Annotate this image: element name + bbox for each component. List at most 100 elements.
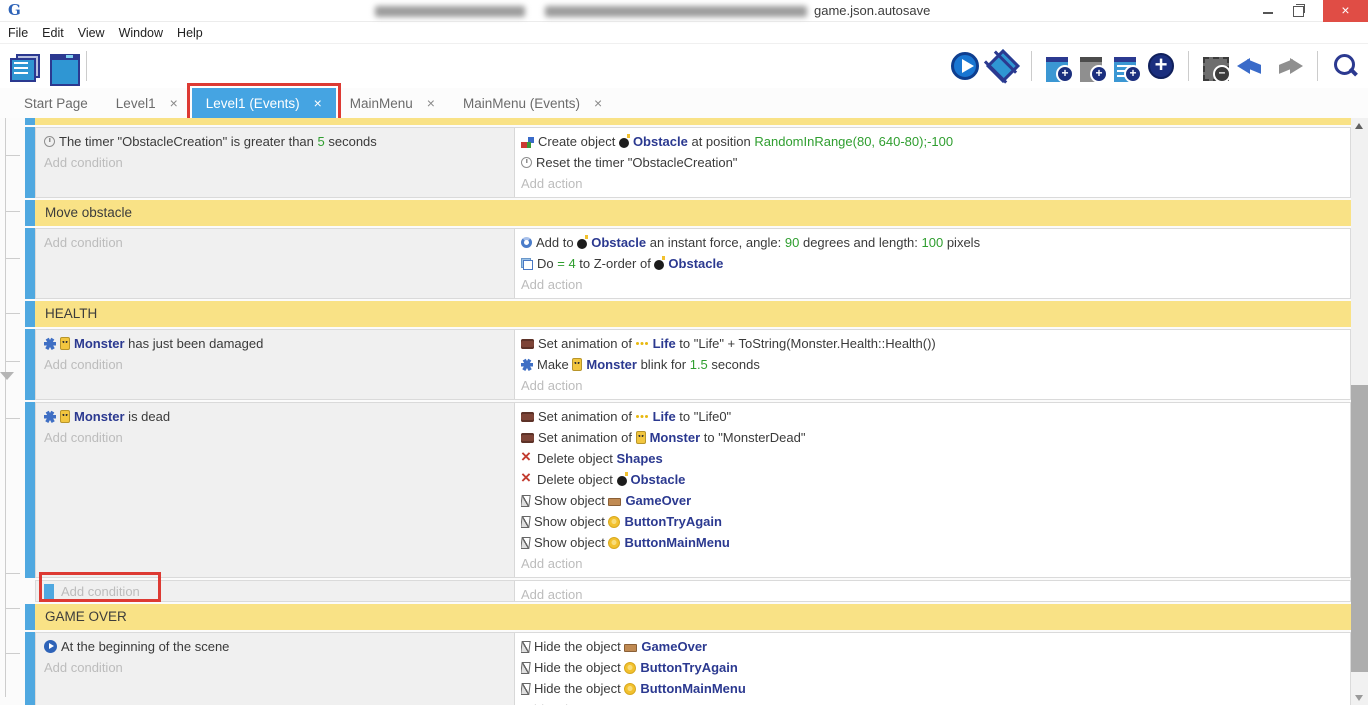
action-line[interactable]: Do = 4 to Z-order of Obstacle [521,253,1344,274]
event-selection-bar[interactable] [25,329,35,400]
condition-line[interactable]: At the beginning of the scene [44,636,506,657]
actions-cell: Set animation of Life to "Life" + ToStri… [515,330,1350,399]
action-line[interactable]: Delete object Shapes [521,448,1344,469]
text: to Z-order of [576,256,655,271]
text: Delete object [537,472,617,487]
event-selection-bar[interactable] [25,402,35,578]
event-selection-bar[interactable] [44,584,54,599]
add-condition-button[interactable]: Add condition [44,232,506,253]
comment-partial[interactable] [35,118,1351,125]
search-button[interactable] [1332,53,1358,79]
event-selection-bar[interactable] [25,118,35,125]
add-circle-button[interactable] [1148,53,1174,79]
tab-level1-events[interactable]: Level1 (Events)× [192,88,336,118]
tab-mainmenu[interactable]: MainMenu× [336,88,449,118]
text: Hide the object [534,639,624,654]
event-selection-bar[interactable] [25,127,35,198]
play-button[interactable] [951,52,979,80]
add-action-button[interactable]: Add action [521,173,1344,194]
vertical-scrollbar[interactable] [1351,118,1368,705]
condition-line[interactable]: The timer "ObstacleCreation" is greater … [44,131,506,152]
add-condition-button[interactable]: Add condition [44,152,506,173]
object-name: ButtonMainMenu [640,681,745,696]
action-line[interactable]: Hide the object GameOver [521,636,1344,657]
scene-editor-button[interactable] [50,54,76,78]
action-line[interactable]: Reset the timer "ObstacleCreation" [521,152,1344,173]
scroll-down-arrow-icon[interactable] [1351,690,1368,705]
remove-event-button[interactable] [1203,57,1227,79]
conditions-cell[interactable]: Add condition [36,581,515,601]
add-condition-button[interactable]: Add condition [44,657,506,678]
event: Add condition Add to Obstacle an instant … [35,228,1351,299]
add-action-button[interactable]: Add action [521,699,1344,705]
action-line[interactable]: Set animation of Life to "Life0" [521,406,1344,427]
action-line[interactable]: Set animation of Life to "Life" + ToStri… [521,333,1344,354]
menu-window[interactable]: Window [119,26,174,40]
event: Monster is deadAdd condition Set animatio… [35,402,1351,578]
scroll-up-arrow-icon[interactable] [1351,118,1368,133]
event-selection-bar[interactable] [25,632,35,705]
action-line[interactable]: Show object ButtonMainMenu [521,532,1344,553]
menu-help[interactable]: Help [177,26,214,40]
event-selection-bar[interactable] [25,200,35,226]
menu-bar: FileEditViewWindowHelp [0,22,1368,44]
menu-view[interactable]: View [78,26,116,40]
menu-file[interactable]: File [8,26,39,40]
menu-edit[interactable]: Edit [42,26,75,40]
object-name: ButtonTryAgain [624,514,722,529]
action-line[interactable]: Hide the object ButtonTryAgain [521,657,1344,678]
undo-button[interactable] [1237,52,1265,80]
event-row: Monster has just been damagedAdd conditi… [25,329,1351,400]
action-line[interactable]: Set animation of Monster to "MonsterDead… [521,427,1344,448]
actions-cell[interactable]: Add action [515,581,1350,601]
maximize-button[interactable] [1284,0,1312,22]
add-condition-button[interactable]: Add condition [44,427,506,448]
visibility-icon [521,537,531,549]
add-action-button[interactable]: Add action [521,274,1344,295]
tab-close-icon[interactable]: × [427,95,435,111]
object-name: Obstacle [591,235,646,250]
close-button[interactable]: × [1323,0,1368,22]
tab-mainmenu-events[interactable]: MainMenu (Events)× [449,88,616,118]
object-name: GameOver [625,493,691,508]
action-line[interactable]: Make Monster blink for 1.5 seconds [521,354,1344,375]
tab-close-icon[interactable]: × [170,95,178,111]
action-line[interactable]: Create object Obstacle at position Rando… [521,131,1344,152]
action-line[interactable]: Show object GameOver [521,490,1344,511]
debug-button[interactable] [986,49,1020,83]
comment-text[interactable]: Move obstacle [35,200,1351,226]
action-line[interactable]: Delete object Obstacle [521,469,1344,490]
add-action-button[interactable]: Add action [521,375,1344,396]
event-selection-bar[interactable] [25,604,35,630]
object-name: Monster [586,357,637,372]
comment-text[interactable]: GAME OVER [35,604,1351,630]
tab-start-page[interactable]: Start Page [10,88,102,118]
object-name: Shapes [617,451,663,466]
condition-line[interactable]: Monster is dead [44,406,506,427]
tab-level1[interactable]: Level1× [102,88,192,118]
event-tree-guide [5,118,6,697]
tab-close-icon[interactable]: × [314,95,322,111]
add-action-button[interactable]: Add action [521,584,1344,605]
action-line[interactable]: Show object ButtonTryAgain [521,511,1344,532]
scrollbar-thumb[interactable] [1351,385,1368,672]
add-condition-button[interactable]: Add condition [61,581,140,602]
add-subevent-button[interactable] [1080,57,1104,79]
event-tree-tick [5,418,20,419]
event-tree-tick [5,608,20,609]
add-comment-button[interactable] [1114,57,1138,79]
event-selection-bar[interactable] [25,301,35,327]
add-action-button[interactable]: Add action [521,553,1344,574]
redo-button[interactable] [1275,52,1303,80]
condition-line[interactable]: Monster has just been damaged [44,333,506,354]
minimize-button[interactable] [1254,0,1282,22]
add-event-button[interactable] [1046,57,1070,79]
tab-close-icon[interactable]: × [594,95,602,111]
event-selection-bar[interactable] [25,228,35,299]
action-line[interactable]: Hide the object ButtonMainMenu [521,678,1344,699]
comment-text[interactable]: HEALTH [35,301,1351,327]
action-line[interactable]: Add to Obstacle an instant force, angle:… [521,232,1344,253]
add-condition-button[interactable]: Add condition [44,354,506,375]
monster-icon [60,337,70,350]
events-sheet-button[interactable] [10,54,36,78]
